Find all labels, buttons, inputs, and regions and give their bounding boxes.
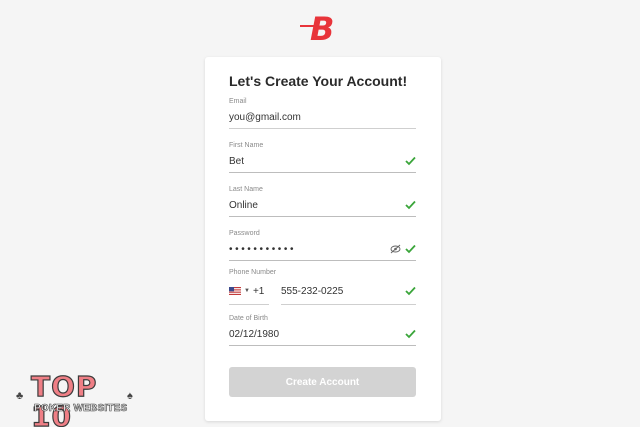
eye-slash-icon[interactable]: [390, 244, 401, 254]
check-icon: [405, 286, 416, 296]
first-name-field-group: First Name Bet: [229, 142, 416, 173]
last-name-value: Online: [229, 200, 258, 211]
dob-label: Date of Birth: [229, 315, 268, 322]
email-field-group: Email you@gmail.com: [229, 98, 416, 129]
email-field[interactable]: you@gmail.com: [229, 107, 416, 129]
password-field[interactable]: •••••••••••: [229, 239, 416, 261]
check-icon: [405, 156, 416, 166]
country-code-select[interactable]: ▼ +1: [229, 278, 269, 305]
phone-field-group: Phone Number ▼ +1 555-232-0225: [229, 269, 416, 305]
password-value: •••••••••••: [229, 244, 297, 255]
check-icon: [405, 244, 416, 254]
watermark-sub: POKER WEBSITES: [34, 403, 128, 415]
first-name-value: Bet: [229, 156, 245, 167]
country-code-value: +1: [252, 285, 265, 297]
email-value: you@gmail.com: [229, 112, 301, 123]
svg-text:B: B: [310, 10, 334, 44]
password-field-group: Password •••••••••••: [229, 230, 416, 261]
signup-card: Let's Create Your Account! Email you@gma…: [205, 57, 441, 421]
phone-number-field[interactable]: 555-232-0225: [281, 278, 416, 305]
spade-icon: ♠: [127, 390, 133, 402]
phone-number-value: 555-232-0225: [281, 285, 344, 297]
watermark-top: TOP 10: [30, 370, 98, 427]
password-label: Password: [229, 230, 260, 237]
check-icon: [405, 200, 416, 210]
create-account-button[interactable]: Create Account: [229, 367, 416, 397]
first-name-field[interactable]: Bet: [229, 151, 416, 173]
dob-field-group: Date of Birth 02/12/1980: [229, 315, 416, 346]
last-name-field-group: Last Name Online: [229, 186, 416, 217]
dob-field[interactable]: 02/12/1980: [229, 324, 416, 346]
chevron-down-icon: ▼: [244, 288, 250, 294]
brand-logo: B: [300, 10, 334, 44]
phone-label: Phone Number: [229, 269, 277, 276]
form-title: Let's Create Your Account!: [229, 73, 408, 89]
check-icon: [405, 329, 416, 339]
last-name-field[interactable]: Online: [229, 195, 416, 217]
us-flag-icon: [229, 287, 241, 295]
first-name-label: First Name: [229, 142, 264, 149]
last-name-label: Last Name: [229, 186, 263, 193]
club-icon: ♣: [16, 390, 24, 402]
watermark-badge: ♣ TOP 10 ♠ POKER WEBSITES: [14, 371, 136, 427]
dob-value: 02/12/1980: [229, 329, 280, 340]
email-label: Email: [229, 98, 247, 105]
